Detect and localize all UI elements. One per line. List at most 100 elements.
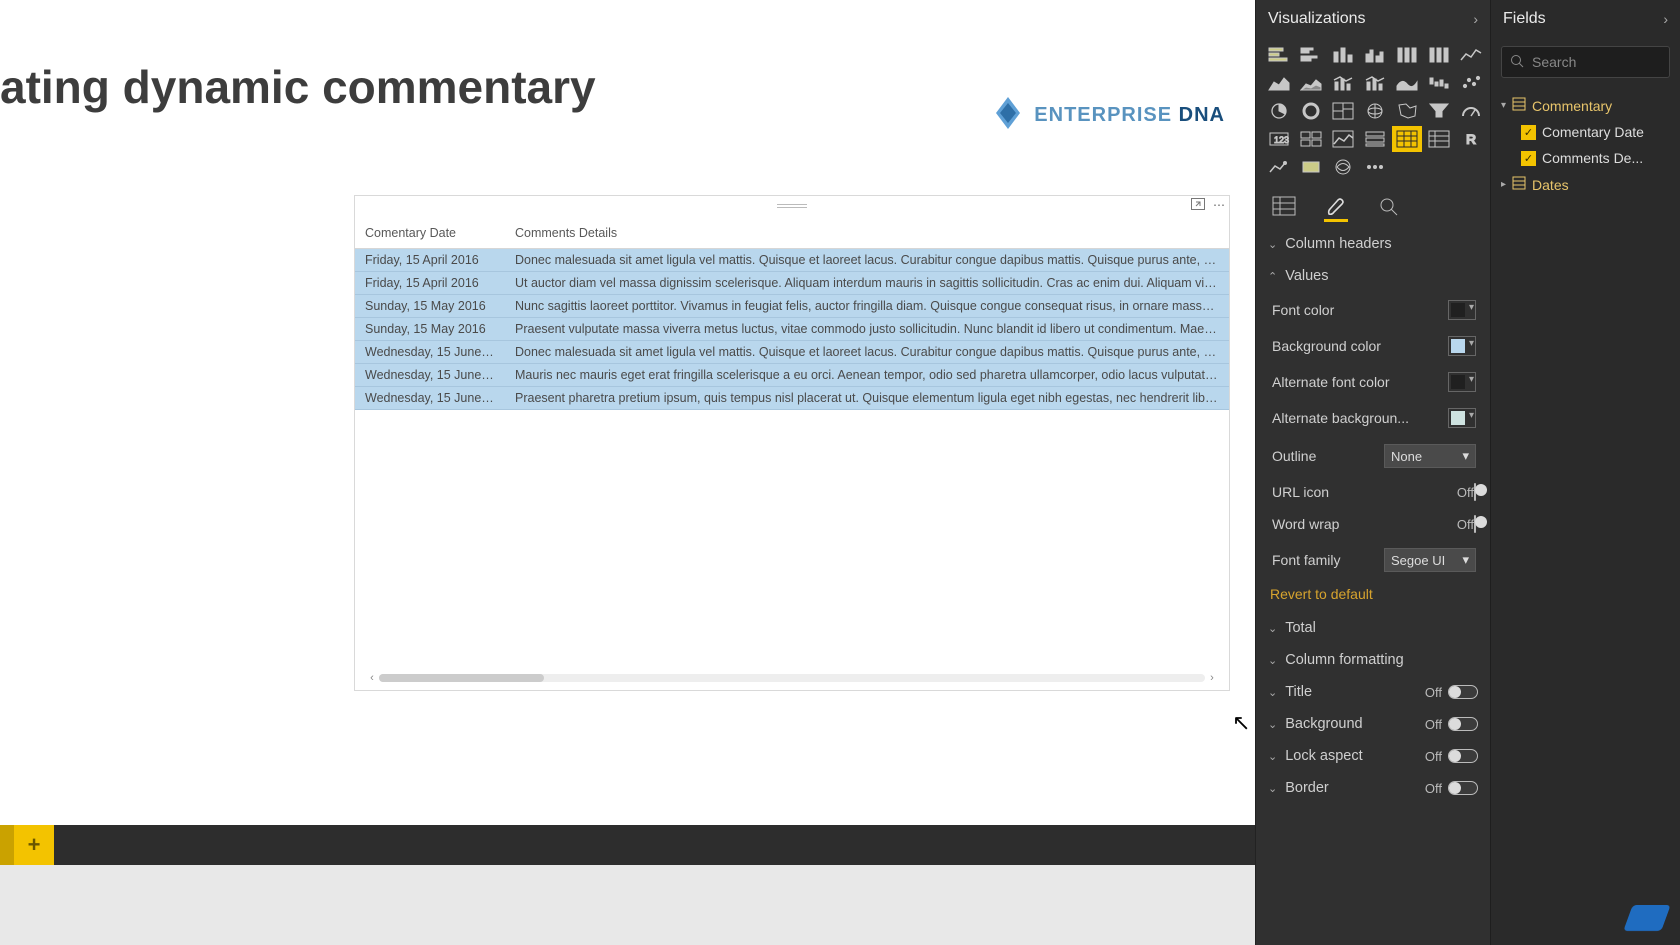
viz-multi-card-icon[interactable]	[1298, 128, 1324, 150]
viz-py-visual-icon[interactable]	[1266, 156, 1292, 178]
viz-line-icon[interactable]	[1458, 44, 1484, 66]
column-header[interactable]: Comentary Date	[355, 216, 505, 249]
table-row[interactable]: Friday, 15 April 2016Donec malesuada sit…	[355, 249, 1229, 272]
viz-table-icon[interactable]	[1394, 128, 1420, 150]
table-row[interactable]: Friday, 15 April 2016Ut auctor diam vel …	[355, 272, 1229, 295]
revert-to-default-button[interactable]: Revert to default	[1256, 580, 1490, 612]
viz-r-visual-icon[interactable]: R	[1458, 128, 1484, 150]
section-column-headers[interactable]: ⌄ Column headers	[1256, 228, 1490, 260]
viz-scatter-icon[interactable]	[1458, 72, 1484, 94]
prop-word-wrap: Word wrap Off	[1256, 508, 1490, 540]
focus-mode-icon[interactable]	[1191, 198, 1205, 213]
viz-card-icon[interactable]: 123	[1266, 128, 1292, 150]
viz-stacked-col-icon[interactable]	[1330, 44, 1356, 66]
search-icon	[1510, 54, 1524, 71]
viz-ribbon-icon[interactable]	[1394, 72, 1420, 94]
field-checkbox[interactable]: ✓	[1521, 125, 1536, 140]
viz-treemap-icon[interactable]	[1330, 100, 1356, 122]
viz-filled-map-icon[interactable]	[1394, 100, 1420, 122]
cell-date: Wednesday, 15 June 2016	[355, 364, 505, 387]
viz-slicer-icon[interactable]	[1362, 128, 1388, 150]
table-row[interactable]: Wednesday, 15 June 2016Praesent pharetra…	[355, 387, 1229, 410]
table-row[interactable]: Sunday, 15 May 2016Nunc sagittis laoreet…	[355, 295, 1229, 318]
add-sheet-button[interactable]: +	[14, 825, 54, 865]
viz-waterfall-icon[interactable]	[1426, 72, 1452, 94]
viz-gauge-icon[interactable]	[1458, 100, 1484, 122]
table-row[interactable]: Sunday, 15 May 2016Praesent vulputate ma…	[355, 318, 1229, 341]
analytics-tab[interactable]	[1374, 194, 1402, 218]
prop-url-icon: URL icon Off	[1256, 476, 1490, 508]
viz-map-icon[interactable]	[1362, 100, 1388, 122]
fields-pane: Fields › Search ▾Commentary✓Comentary Da…	[1490, 0, 1680, 945]
viz-stacked-col-100-icon[interactable]	[1394, 44, 1420, 66]
field-item[interactable]: ✓Comments De...	[1495, 145, 1676, 171]
section-title[interactable]: ⌄ Title Off	[1256, 676, 1490, 708]
viz-matrix-icon[interactable]	[1426, 128, 1452, 150]
table-visual[interactable]: ⋯ Comentary Date Comments Details Friday…	[354, 195, 1230, 691]
section-values[interactable]: ⌃ Values	[1256, 260, 1490, 292]
prop-background-color: Background color	[1256, 328, 1490, 364]
fields-well-tab[interactable]	[1270, 194, 1298, 218]
table-commentary[interactable]: ▾Commentary	[1495, 92, 1676, 119]
viz-clustered-col-icon[interactable]	[1362, 44, 1388, 66]
viz-kpi-icon[interactable]	[1330, 128, 1356, 150]
alt-font-color-swatch[interactable]	[1448, 372, 1476, 392]
section-lock-aspect[interactable]: ⌄ Lock aspect Off	[1256, 740, 1490, 772]
viz-area-icon[interactable]	[1266, 72, 1292, 94]
border-toggle[interactable]	[1448, 781, 1478, 795]
fields-search-input[interactable]: Search	[1501, 46, 1670, 78]
prop-outline: Outline None▾	[1256, 436, 1490, 476]
field-checkbox[interactable]: ✓	[1521, 151, 1536, 166]
table-row[interactable]: Wednesday, 15 June 2016Donec malesuada s…	[355, 341, 1229, 364]
viz-key-influencer-icon[interactable]	[1298, 156, 1324, 178]
chevron-down-icon: ⌄	[1268, 238, 1277, 251]
format-tab[interactable]	[1322, 194, 1350, 218]
drag-handle-icon[interactable]	[777, 204, 807, 208]
viz-pie-icon[interactable]	[1266, 100, 1292, 122]
scroll-left-icon[interactable]: ‹	[365, 672, 379, 684]
background-toggle[interactable]	[1448, 717, 1478, 731]
lock-aspect-toggle[interactable]	[1448, 749, 1478, 763]
viz-line-col-icon[interactable]	[1362, 72, 1388, 94]
font-color-swatch[interactable]	[1448, 300, 1476, 320]
section-total[interactable]: ⌄ Total	[1256, 612, 1490, 644]
viz-donut-icon[interactable]	[1298, 100, 1324, 122]
column-header[interactable]: Comments Details	[505, 216, 1229, 249]
background-color-swatch[interactable]	[1448, 336, 1476, 356]
field-tree: ▾Commentary✓Comentary Date✓Comments De..…	[1491, 86, 1680, 204]
outline-dropdown[interactable]: None▾	[1384, 444, 1476, 468]
title-toggle[interactable]	[1448, 685, 1478, 699]
viz-stacked-bar-icon[interactable]	[1266, 44, 1292, 66]
section-column-formatting[interactable]: ⌄ Column formatting	[1256, 644, 1490, 676]
word-wrap-toggle[interactable]	[1474, 515, 1476, 533]
viz-clustered-bar-icon[interactable]	[1298, 44, 1324, 66]
viz-clustered-col-100-icon[interactable]	[1426, 44, 1452, 66]
viz-stacked-area-icon[interactable]	[1298, 72, 1324, 94]
cell-details: Praesent vulputate massa viverra metus l…	[505, 318, 1229, 341]
scroll-right-icon[interactable]: ›	[1205, 672, 1219, 684]
horizontal-scrollbar[interactable]: ‹ ›	[365, 672, 1219, 684]
section-background[interactable]: ⌄ Background Off	[1256, 708, 1490, 740]
table-dates[interactable]: ▸Dates	[1495, 171, 1676, 198]
toggle-state-label: Off	[1457, 485, 1474, 500]
scroll-thumb[interactable]	[379, 674, 544, 682]
field-item[interactable]: ✓Comentary Date	[1495, 119, 1676, 145]
table-row[interactable]: Wednesday, 15 June 2016Mauris nec mauris…	[355, 364, 1229, 387]
url-icon-toggle[interactable]	[1474, 483, 1476, 501]
scroll-track[interactable]	[379, 674, 1205, 682]
viz-line-bar-icon[interactable]	[1330, 72, 1356, 94]
active-sheet-tab-cap[interactable]	[0, 825, 14, 865]
data-table: Comentary Date Comments Details Friday, …	[355, 216, 1229, 410]
collapse-fields-pane-icon[interactable]: ›	[1663, 11, 1668, 27]
collapse-viz-pane-icon[interactable]: ›	[1473, 11, 1478, 27]
more-options-icon[interactable]: ⋯	[1213, 198, 1225, 213]
viz-arc-gis-icon[interactable]	[1330, 156, 1356, 178]
section-border[interactable]: ⌄ Border Off	[1256, 772, 1490, 804]
alt-bg-color-swatch[interactable]	[1448, 408, 1476, 428]
table-label: Dates	[1532, 177, 1569, 193]
cell-date: Friday, 15 April 2016	[355, 272, 505, 295]
viz-funnel-icon[interactable]	[1426, 100, 1452, 122]
viz-more-icon[interactable]	[1362, 156, 1388, 178]
font-family-dropdown[interactable]: Segoe UI▾	[1384, 548, 1476, 572]
chevron-down-icon: ▾	[1462, 552, 1469, 568]
